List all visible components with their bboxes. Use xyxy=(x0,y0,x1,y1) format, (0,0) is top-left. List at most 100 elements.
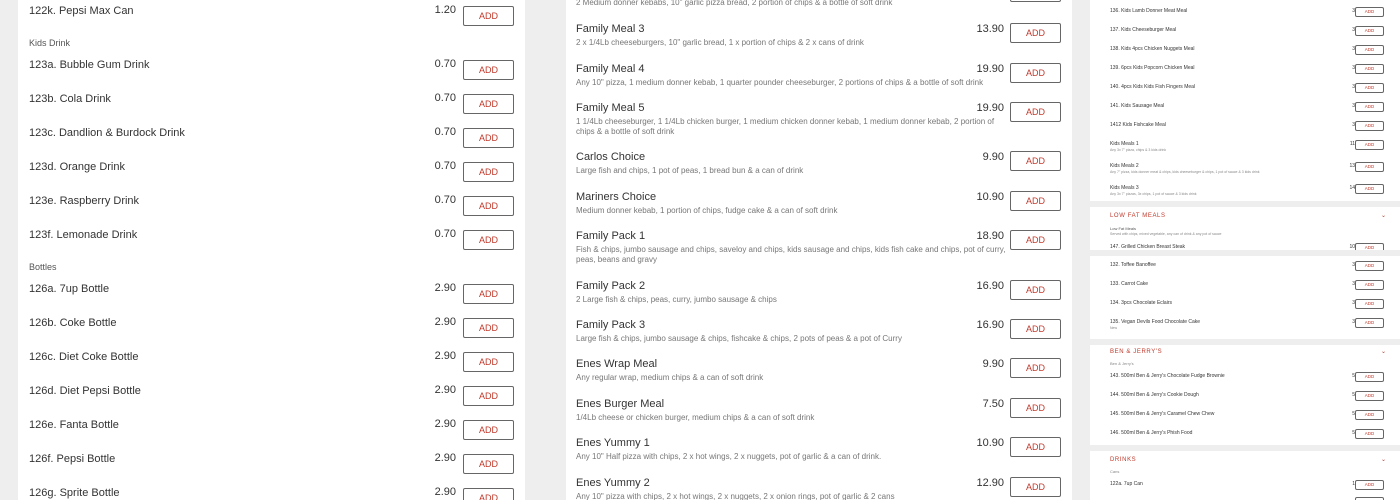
add-button[interactable]: ADD xyxy=(1355,121,1384,131)
item-price: 2.90 xyxy=(434,452,456,464)
add-button[interactable]: ADD xyxy=(1010,230,1061,250)
item-name: 144. 500ml Ben & Jerry's Cookie Dough xyxy=(1110,392,1199,398)
add-button[interactable]: ADD xyxy=(1010,102,1061,122)
add-button[interactable]: ADD xyxy=(1355,410,1384,420)
meal-item-row: Family Pack 1 Fish & chips, jumbo sausage… xyxy=(566,230,1072,270)
add-button[interactable]: ADD xyxy=(1010,477,1061,497)
add-button[interactable]: ADD xyxy=(463,284,514,304)
item-price: 1.20 xyxy=(434,4,456,16)
item-price: 18.90 xyxy=(976,230,1004,242)
add-button[interactable]: ADD xyxy=(1010,358,1061,378)
item-name: 123d. Orange Drink xyxy=(29,161,125,173)
add-button[interactable]: ADD xyxy=(1355,83,1384,93)
add-button[interactable]: ADD xyxy=(1355,64,1384,74)
add-button[interactable]: ADD xyxy=(463,94,514,114)
add-button[interactable]: ADD xyxy=(1355,391,1384,401)
menu-item-row: 123d. Orange Drink 0.70 ADD xyxy=(18,159,525,193)
add-button[interactable]: ADD xyxy=(1355,184,1384,194)
add-button[interactable]: ADD xyxy=(1355,102,1384,112)
add-button[interactable]: ADD xyxy=(463,6,514,26)
add-button[interactable]: ADD xyxy=(463,162,514,182)
menu-item-row: 126c. Diet Coke Bottle 2.90 ADD xyxy=(18,349,525,383)
add-button[interactable]: ADD xyxy=(1010,23,1061,43)
item-name: Family Pack 1 xyxy=(576,230,646,242)
add-button[interactable]: ADD xyxy=(463,386,514,406)
item-price: 9.90 xyxy=(982,358,1004,370)
add-button[interactable]: ADD xyxy=(1355,7,1384,17)
add-button[interactable]: ADD xyxy=(1355,45,1384,55)
chevron-down-icon[interactable]: ⌄ xyxy=(1381,348,1386,355)
add-button[interactable]: ADD xyxy=(463,420,514,440)
full-menu-overview-panel: 136. Kids Lamb Donner Meat Meal3.90ADD13… xyxy=(1090,0,1400,500)
category-header-low-fat-meals[interactable]: LOW FAT MEALS ⌄ xyxy=(1090,209,1400,225)
item-name: Family Pack 3 xyxy=(576,319,646,331)
add-button[interactable]: ADD xyxy=(463,128,514,148)
add-button[interactable]: ADD xyxy=(1355,261,1384,271)
menu-item-row: 143. 500ml Ben & Jerry's Chocolate Fudge… xyxy=(1090,371,1400,390)
add-button[interactable]: ADD xyxy=(1355,299,1384,309)
add-button[interactable]: ADD xyxy=(1355,243,1384,250)
add-button[interactable]: ADD xyxy=(1010,319,1061,339)
add-button[interactable]: ADD xyxy=(1355,162,1384,172)
menu-item-row: 126d. Diet Pepsi Bottle 2.90 ADD xyxy=(18,383,525,417)
menu-item-row: 126b. Coke Bottle 2.90 ADD xyxy=(18,315,525,349)
add-button[interactable]: ADD xyxy=(1010,398,1061,418)
item-price: 0.70 xyxy=(434,92,456,104)
item-price: 2.90 xyxy=(434,384,456,396)
category-title: BEN & JERRY'S xyxy=(1110,349,1163,355)
chevron-down-icon[interactable]: ⌄ xyxy=(1381,456,1386,463)
category-header-ben-jerrys[interactable]: BEN & JERRY'S ⌄ xyxy=(1090,345,1400,361)
item-name: 136. Kids Lamb Donner Meat Meal xyxy=(1110,8,1188,14)
meal-item-row: Enes Wrap Meal Any regular wrap, medium c… xyxy=(566,358,1072,398)
item-name: 1412 Kids Fishcake Meal xyxy=(1110,122,1166,128)
add-button[interactable]: ADD xyxy=(1355,372,1384,382)
add-button[interactable]: ADD xyxy=(1010,0,1061,2)
item-price: 2.90 xyxy=(434,418,456,430)
category-description: Served with chips, mixed vegetable, any … xyxy=(1110,232,1222,236)
menu-item-row: 138. Kids 4pcs Chicken Nuggets Meal3.90A… xyxy=(1090,44,1400,63)
add-button[interactable]: ADD xyxy=(1010,63,1061,83)
item-price: 0.70 xyxy=(434,160,456,172)
menu-item-row: 123f. Lemonade Drink 0.70 ADD xyxy=(18,227,525,261)
item-name: 132. Toffee Banoffee xyxy=(1110,262,1156,268)
add-button[interactable]: ADD xyxy=(1355,318,1384,328)
item-description: Any 10" pizza with chips, 2 x hot wings,… xyxy=(576,492,895,500)
item-name: 139. 6pcs Kids Popcorn Chicken Meal xyxy=(1110,65,1195,71)
add-button[interactable]: ADD xyxy=(1355,26,1384,36)
add-button[interactable]: ADD xyxy=(1355,480,1384,490)
item-description: 2 Medium donner kebabs, 10" garlic pizza… xyxy=(576,0,893,7)
add-button[interactable]: ADD xyxy=(1355,429,1384,439)
meal-item-row: Mariners Choice Medium donner kebab, 1 po… xyxy=(566,191,1072,231)
item-name: 122k. Pepsi Max Can xyxy=(29,5,134,17)
item-name: 143. 500ml Ben & Jerry's Chocolate Fudge… xyxy=(1110,373,1225,379)
category-header-drinks[interactable]: DRINKS ⌄ xyxy=(1090,453,1400,469)
item-name: 146. 500ml Ben & Jerry's Phish Food xyxy=(1110,430,1193,436)
add-button[interactable]: ADD xyxy=(1010,151,1061,171)
item-price: 16.90 xyxy=(976,280,1004,292)
item-description: 2 x 1/4Lb cheeseburgers, 10" garlic brea… xyxy=(576,38,864,47)
add-button[interactable]: ADD xyxy=(463,352,514,372)
meal-deals-menu-panel: 2 Medium donner kebabs, 10" garlic pizza… xyxy=(566,0,1072,500)
add-button[interactable]: ADD xyxy=(463,196,514,216)
item-price: 19.90 xyxy=(976,63,1004,75)
menu-item-row: 136. Kids Lamb Donner Meat Meal3.90ADD xyxy=(1090,6,1400,25)
add-button[interactable]: ADD xyxy=(463,454,514,474)
add-button[interactable]: ADD xyxy=(1010,191,1061,211)
menu-item-row: 126e. Fanta Bottle 2.90 ADD xyxy=(18,417,525,451)
add-button[interactable]: ADD xyxy=(1355,280,1384,290)
add-button[interactable]: ADD xyxy=(1355,140,1384,150)
item-price: 9.90 xyxy=(982,151,1004,163)
menu-item-row: 1412 Kids Fishcake Meal3.90ADD xyxy=(1090,120,1400,139)
chevron-down-icon[interactable]: ⌄ xyxy=(1381,212,1386,219)
item-name: 123f. Lemonade Drink xyxy=(29,229,138,241)
add-button[interactable]: ADD xyxy=(463,230,514,250)
menu-item-row: 123b. Cola Drink 0.70 ADD xyxy=(18,91,525,125)
category-title: DRINKS xyxy=(1110,457,1137,463)
add-button[interactable]: ADD xyxy=(1010,280,1061,300)
add-button[interactable]: ADD xyxy=(463,318,514,338)
add-button[interactable]: ADD xyxy=(463,60,514,80)
add-button[interactable]: ADD xyxy=(1010,437,1061,457)
add-button[interactable]: ADD xyxy=(463,488,514,500)
menu-item-row: 135. Vegan Devils Food Chocolate Cake New… xyxy=(1090,317,1400,336)
item-name: 134. 3pcs Chocolate Eclairs xyxy=(1110,300,1172,306)
